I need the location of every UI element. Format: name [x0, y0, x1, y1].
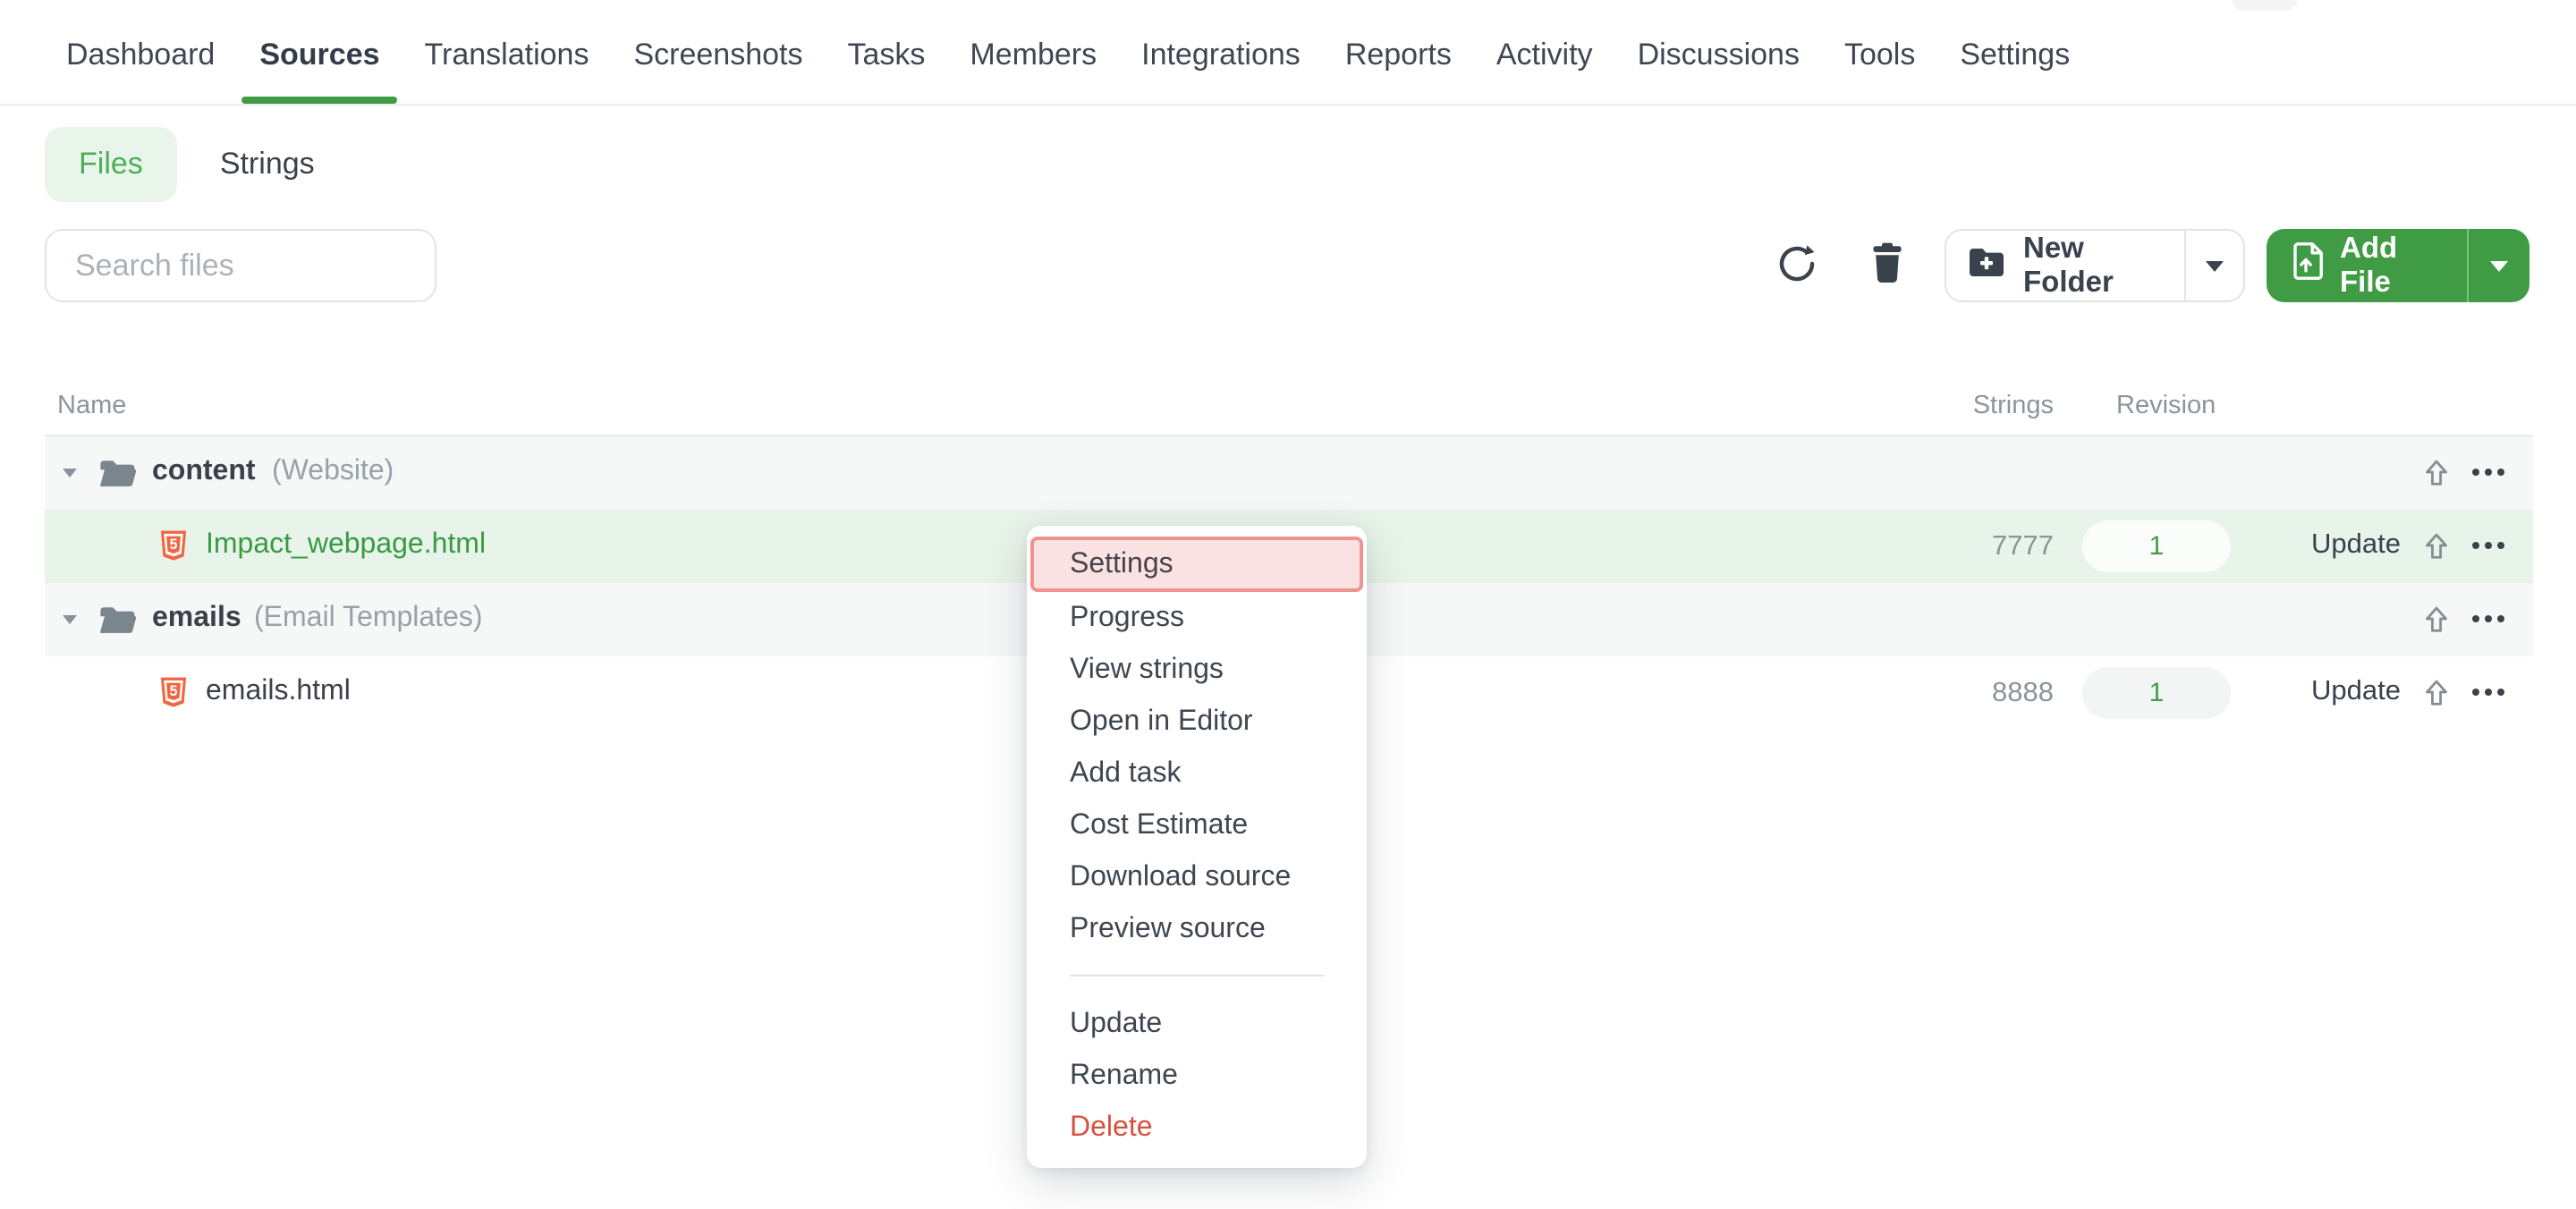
menu-item-update[interactable]: Update: [1027, 998, 1367, 1050]
trash-icon: [1868, 241, 1907, 290]
delete-selected-button[interactable]: [1857, 229, 1918, 302]
nav-item-discussions[interactable]: Discussions: [1638, 38, 1800, 104]
column-header-revision: Revision: [2116, 392, 2216, 420]
new-folder-dropdown-button[interactable]: [2184, 231, 2243, 300]
nav-item-integrations[interactable]: Integrations: [1141, 38, 1301, 104]
new-folder-label: New Folder: [2023, 232, 2159, 300]
menu-item-cost-estimate[interactable]: Cost Estimate: [1027, 799, 1367, 851]
menu-divider: [1070, 975, 1324, 976]
folder-note: (Email Templates): [254, 603, 483, 635]
new-folder-button[interactable]: New Folder: [1946, 231, 2184, 300]
menu-item-rename[interactable]: Rename: [1027, 1050, 1367, 1102]
add-file-split-button: Add File: [2267, 229, 2529, 302]
column-header-strings: Strings: [1889, 392, 2054, 420]
table-row-folder-content[interactable]: content (Website): [45, 436, 2533, 510]
strings-count: 7777: [1919, 531, 2054, 563]
menu-item-progress[interactable]: Progress: [1027, 592, 1367, 644]
folder-plus-icon: [1968, 245, 2005, 286]
chevron-down-icon: [2490, 260, 2508, 271]
tab-strings[interactable]: Strings: [220, 147, 315, 182]
menu-item-add-task[interactable]: Add task: [1027, 748, 1367, 799]
view-tabs: Files Strings: [45, 127, 315, 202]
nav-item-dashboard[interactable]: Dashboard: [66, 38, 215, 104]
more-actions-icon[interactable]: [2472, 469, 2504, 476]
upload-arrow-icon[interactable]: [2424, 458, 2449, 497]
nav-item-settings[interactable]: Settings: [1960, 38, 2070, 104]
file-name[interactable]: Impact_webpage.html: [206, 529, 486, 562]
svg-text:5: 5: [170, 537, 178, 553]
chevron-down-icon: [2206, 260, 2224, 271]
table-header: Name Strings Revision: [0, 379, 2576, 436]
menu-item-delete[interactable]: Delete: [1027, 1102, 1367, 1154]
strings-count: 8888: [1919, 678, 2054, 710]
refresh-button[interactable]: [1766, 229, 1826, 302]
nav-item-sources[interactable]: Sources: [259, 38, 379, 104]
html5-file-icon: 5: [159, 676, 188, 717]
project-nav: Dashboard Sources Translations Screensho…: [0, 0, 2576, 106]
column-header-name: Name: [57, 392, 126, 420]
upload-arrow-icon[interactable]: [2424, 678, 2449, 717]
update-link[interactable]: Update: [2311, 529, 2401, 562]
folder-note: (Website): [272, 456, 394, 488]
search-input[interactable]: [45, 229, 436, 302]
menu-item-settings[interactable]: Settings: [1030, 537, 1363, 592]
folder-name[interactable]: emails: [152, 603, 242, 635]
menu-item-view-strings[interactable]: View strings: [1027, 644, 1367, 696]
add-file-dropdown-button[interactable]: [2466, 229, 2529, 302]
nav-item-activity[interactable]: Activity: [1496, 38, 1593, 104]
refresh-icon: [1775, 242, 1817, 289]
file-name[interactable]: emails.html: [206, 676, 351, 708]
menu-item-preview-source[interactable]: Preview source: [1027, 903, 1367, 955]
add-file-label: Add File: [2340, 232, 2445, 300]
more-actions-icon[interactable]: [2472, 689, 2504, 696]
nav-item-reports[interactable]: Reports: [1345, 38, 1452, 104]
tab-files[interactable]: Files: [45, 127, 177, 202]
nav-item-screenshots[interactable]: Screenshots: [633, 38, 802, 104]
file-upload-icon: [2292, 241, 2324, 290]
add-file-button[interactable]: Add File: [2267, 229, 2466, 302]
nav-item-tasks[interactable]: Tasks: [847, 38, 925, 104]
more-actions-icon[interactable]: [2472, 615, 2504, 622]
sources-page: Dashboard Sources Translations Screensho…: [0, 0, 2576, 1209]
revision-badge: 1: [2082, 667, 2231, 719]
nav-item-translations[interactable]: Translations: [425, 38, 589, 104]
file-context-menu: Settings Progress View strings Open in E…: [1027, 526, 1367, 1168]
upload-arrow-icon[interactable]: [2424, 531, 2449, 571]
collapse-caret-icon[interactable]: [63, 615, 77, 624]
update-link[interactable]: Update: [2311, 676, 2401, 708]
revision-badge: 1: [2082, 520, 2231, 572]
collapse-caret-icon[interactable]: [63, 469, 77, 478]
folder-icon: [98, 458, 138, 497]
menu-item-open-in-editor[interactable]: Open in Editor: [1027, 696, 1367, 748]
upload-arrow-icon[interactable]: [2424, 604, 2449, 644]
folder-name[interactable]: content: [152, 456, 256, 488]
svg-text:5: 5: [170, 683, 178, 699]
new-folder-split-button: New Folder: [1945, 229, 2245, 302]
html5-file-icon: 5: [159, 529, 188, 571]
nav-item-tools[interactable]: Tools: [1844, 38, 1915, 104]
nav-item-members[interactable]: Members: [970, 38, 1097, 104]
more-actions-icon[interactable]: [2472, 542, 2504, 549]
menu-item-download-source[interactable]: Download source: [1027, 851, 1367, 903]
folder-icon: [98, 604, 138, 644]
